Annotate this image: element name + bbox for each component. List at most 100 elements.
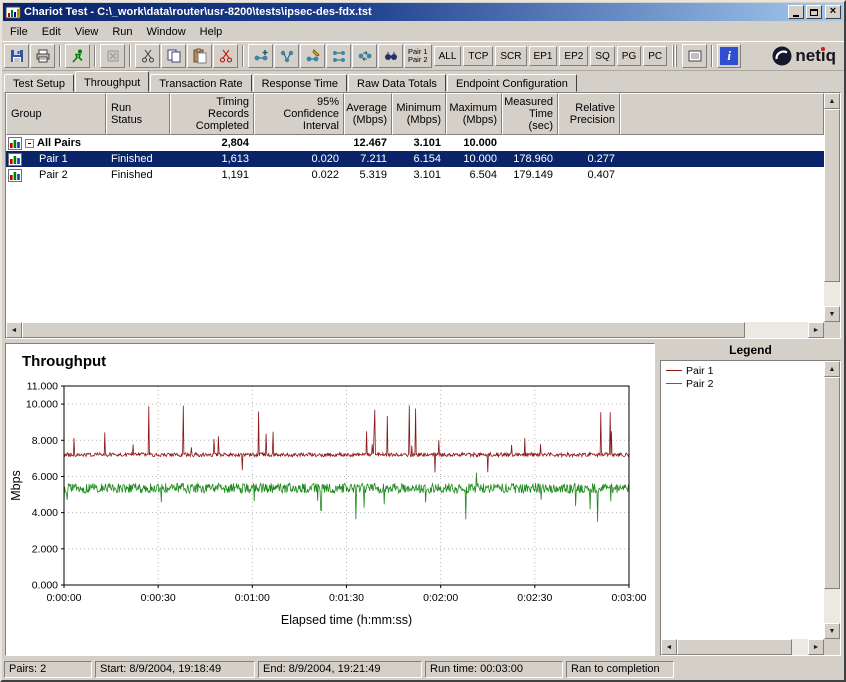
table-row-pair-2[interactable]: Pair 2Finished1,1910.0225.3193.1016.5041…: [6, 167, 824, 183]
avg-cell: 12.467: [344, 137, 392, 149]
scroll-left-button[interactable]: ◄: [661, 639, 677, 655]
legend-vertical-scrollbar[interactable]: ▲ ▼: [824, 361, 840, 639]
tab-throughput[interactable]: Throughput: [75, 71, 149, 92]
run-status-cell: Finished: [106, 153, 170, 165]
legend-color-line: [666, 370, 682, 371]
records-cell: 2,804: [170, 137, 254, 149]
min-cell: 6.154: [392, 153, 446, 165]
scroll-right-button[interactable]: ►: [808, 639, 824, 655]
scroll-thumb[interactable]: [824, 109, 840, 282]
save-button[interactable]: [4, 44, 29, 68]
add-pair-button[interactable]: [248, 44, 273, 68]
column-header-group[interactable]: Group: [6, 93, 106, 135]
scroll-track[interactable]: [824, 377, 840, 623]
menu-help[interactable]: Help: [193, 24, 230, 40]
menu-edit[interactable]: Edit: [35, 24, 68, 40]
edit-pair-button[interactable]: [300, 44, 325, 68]
legend-horizontal-scrollbar[interactable]: ◄ ►: [661, 639, 824, 655]
view-button-tcp[interactable]: TCP: [463, 46, 493, 66]
view-button-all[interactable]: ALL: [434, 46, 462, 66]
close-button[interactable]: ×: [825, 5, 841, 19]
group-cell: Pair 1: [6, 153, 106, 166]
help-about-button[interactable]: i: [717, 44, 741, 68]
toolbar-separator: [242, 45, 244, 67]
stop-test-icon: [105, 48, 121, 64]
tab-strip: Test SetupThroughputTransaction RateResp…: [2, 71, 844, 92]
confidence-cell: 0.022: [254, 169, 344, 181]
column-header-measured[interactable]: Measured Time (sec): [502, 93, 558, 135]
scroll-up-button[interactable]: ▲: [824, 361, 840, 377]
status-bar: Pairs: 2Start: 8/9/2004, 19:18:49End: 8/…: [2, 658, 844, 680]
menu-view[interactable]: View: [68, 24, 106, 40]
toolbar-separator: [711, 45, 713, 67]
tab-transaction-rate[interactable]: Transaction Rate: [150, 74, 251, 92]
svg-text:0:03:00: 0:03:00: [611, 592, 646, 604]
view-button-pc[interactable]: PC: [643, 46, 667, 66]
delete-pair-icon: [218, 48, 234, 64]
scroll-track[interactable]: [22, 322, 808, 338]
column-header-average[interactable]: Average (Mbps): [344, 93, 392, 135]
view-button-ep1[interactable]: EP1: [529, 46, 558, 66]
run-test-button[interactable]: [65, 44, 90, 68]
table-horizontal-scrollbar[interactable]: ◄ ►: [6, 322, 824, 338]
minimize-button[interactable]: [788, 5, 804, 19]
tab-test-setup[interactable]: Test Setup: [4, 74, 74, 92]
column-header-minimum[interactable]: Minimum (Mbps): [392, 93, 446, 135]
scroll-up-button[interactable]: ▲: [824, 93, 840, 109]
copy-button[interactable]: [161, 44, 186, 68]
edit-pair-icon: [305, 48, 321, 64]
column-header-maximum[interactable]: Maximum (Mbps): [446, 93, 502, 135]
column-header-95-confidence[interactable]: 95% Confidence Interval: [254, 93, 344, 135]
table-row-all-pairs[interactable]: All Pairs2,80412.4673.10110.000: [6, 135, 824, 151]
tab-endpoint-configuration[interactable]: Endpoint Configuration: [447, 74, 577, 92]
collapse-toggle-icon[interactable]: [25, 139, 34, 148]
scroll-down-button[interactable]: ▼: [824, 306, 840, 322]
column-header-filler: [620, 93, 824, 135]
scroll-thumb[interactable]: [22, 322, 745, 338]
add-group-button[interactable]: [274, 44, 299, 68]
toolbar: Pair 1 Pair 2 ALLTCPSCREP1EP2SQPGPC i ne…: [2, 41, 844, 71]
swap-endpoints-button[interactable]: [352, 44, 377, 68]
view-button-ep2[interactable]: EP2: [559, 46, 588, 66]
time-cell: 178.960: [502, 153, 558, 165]
maximize-button[interactable]: [806, 5, 822, 19]
view-button-pg[interactable]: PG: [617, 46, 641, 66]
menu-bar: FileEditViewRunWindowHelp: [2, 22, 844, 41]
paste-button[interactable]: [187, 44, 212, 68]
column-header-timing-records[interactable]: Timing Records Completed: [170, 93, 254, 135]
cut-button[interactable]: [135, 44, 160, 68]
menu-run[interactable]: Run: [105, 24, 139, 40]
replicate-pair-button[interactable]: [326, 44, 351, 68]
legend-item-pair-1[interactable]: Pair 1: [666, 364, 819, 377]
table-header: GroupRun StatusTiming Records Completed9…: [6, 93, 824, 135]
column-header-run-status[interactable]: Run Status: [106, 93, 170, 135]
menu-file[interactable]: File: [3, 24, 35, 40]
scroll-down-button[interactable]: ▼: [824, 623, 840, 639]
toolbar-separator: [129, 45, 131, 67]
scroll-thumb[interactable]: [824, 377, 840, 589]
scroll-left-button[interactable]: ◄: [6, 322, 22, 338]
table-row-pair-1[interactable]: Pair 1Finished1,6130.0207.2116.15410.000…: [6, 151, 824, 167]
console-button[interactable]: [682, 44, 707, 68]
view-button-scr[interactable]: SCR: [495, 46, 526, 66]
legend-label: Pair 2: [686, 378, 713, 390]
print-button[interactable]: [30, 44, 55, 68]
menu-window[interactable]: Window: [140, 24, 193, 40]
toolbar-separator: [94, 45, 96, 67]
legend-label: Pair 1: [686, 365, 713, 377]
results-table-panel: GroupRun StatusTiming Records Completed9…: [5, 92, 841, 339]
scroll-track[interactable]: [677, 639, 808, 655]
tab-response-time[interactable]: Response Time: [253, 74, 347, 92]
pair-filter-button[interactable]: Pair 1 Pair 2: [404, 44, 432, 68]
view-pairs-button[interactable]: [378, 44, 403, 68]
table-vertical-scrollbar[interactable]: ▲ ▼: [824, 93, 840, 322]
delete-pair-button[interactable]: [213, 44, 238, 68]
legend-item-pair-2[interactable]: Pair 2: [666, 377, 819, 390]
stop-test-button[interactable]: [100, 44, 125, 68]
column-header-relative[interactable]: Relative Precision: [558, 93, 620, 135]
view-button-sq[interactable]: SQ: [590, 46, 614, 66]
scroll-thumb[interactable]: [677, 639, 792, 655]
tab-raw-data-totals[interactable]: Raw Data Totals: [348, 74, 446, 92]
scroll-track[interactable]: [824, 109, 840, 306]
scroll-right-button[interactable]: ►: [808, 322, 824, 338]
